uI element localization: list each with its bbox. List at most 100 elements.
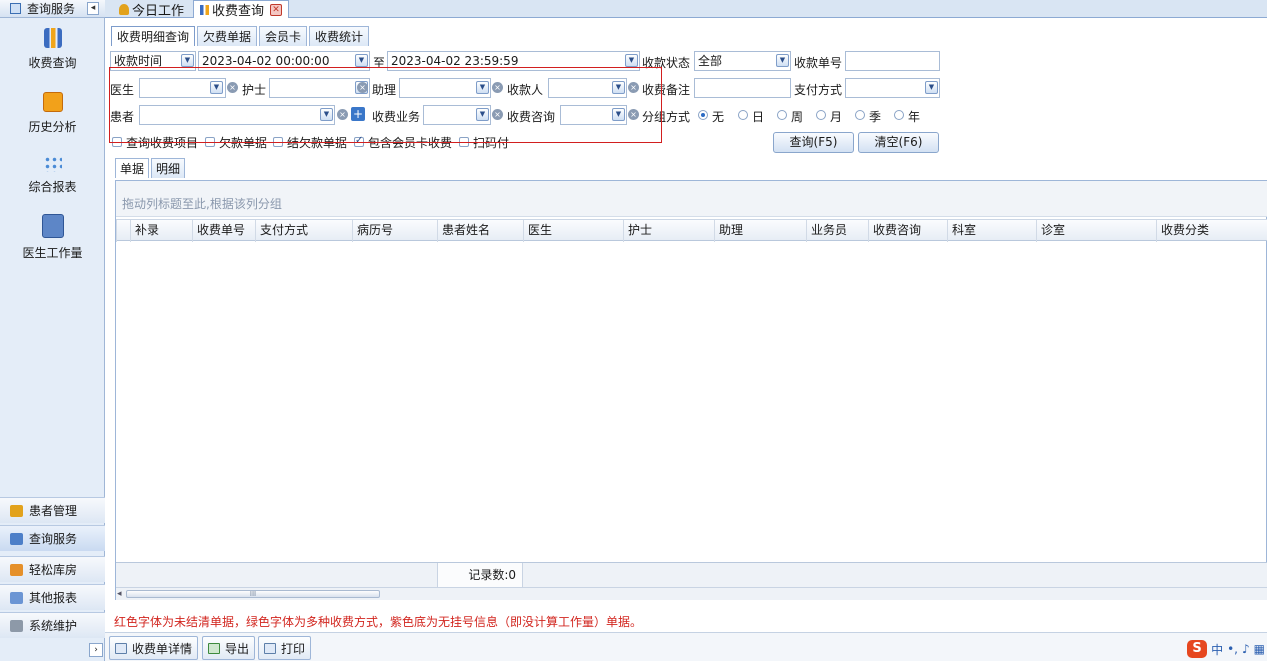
results-grid: 拖动列标题至此,根据该列分组 补录 收费单号 支付方式 病历号 患者姓名 医生 … — [115, 180, 1267, 600]
sidebar-cat-label: 患者管理 — [29, 504, 78, 518]
column-header[interactable]: 护士 — [623, 220, 714, 242]
query-service-icon — [10, 3, 21, 14]
tab-label: 今日工作 — [132, 3, 185, 19]
bottom-toolbar: 收费单详情 导出 打印 — [105, 632, 1267, 661]
sidebar-item-label: 收费查询 — [28, 56, 77, 70]
column-header[interactable]: 助理 — [714, 220, 806, 242]
print-button[interactable]: 打印 — [258, 636, 312, 660]
query-icon — [10, 532, 23, 545]
microphone-icon: ♪ — [1241, 642, 1250, 656]
column-header[interactable]: 诊室 — [1036, 220, 1156, 242]
chevron-down-icon[interactable]: ▼ — [776, 54, 789, 67]
receipt-no-input[interactable] — [845, 51, 940, 71]
sidebar-cat-label: 轻松库房 — [29, 563, 78, 577]
sidebar-cat-label: 其他报表 — [29, 591, 78, 605]
highlight-outline — [109, 67, 662, 143]
sidebar-header: 查询服务 ◂ — [0, 0, 105, 18]
tab-today-work[interactable]: 今日工作 — [113, 0, 190, 19]
horizontal-scrollbar[interactable]: ◂ III — [116, 587, 1267, 600]
grid-footer: 记录数:0 — [116, 562, 1267, 588]
sidebar-item-label: 医生工作量 — [22, 246, 83, 260]
sogou-logo: S — [1187, 640, 1208, 658]
ime-toolbar[interactable]: S 中 •, ♪ ▦ — [1187, 640, 1265, 658]
sidebar-item-doctor-workload[interactable]: 医生工作量 — [0, 214, 105, 261]
column-header[interactable]: 医生 — [523, 220, 623, 242]
tab-details[interactable]: 明细 — [151, 158, 186, 178]
legend-note: 红色字体为未结清单据，绿色字体为多种收费方式，紫色底为无挂号信息（即没计算工作量… — [114, 615, 643, 629]
detail-icon — [115, 642, 127, 654]
sidebar-collapse-button[interactable]: ◂ — [87, 2, 99, 15]
dots-icon — [43, 156, 62, 172]
chevron-down-icon[interactable]: ▼ — [181, 54, 194, 67]
tab-charge-query[interactable]: 收费查询 ✕ — [193, 0, 290, 19]
clear-button[interactable]: 清空(F6) — [858, 132, 939, 153]
ime-mode: 中 — [1211, 642, 1224, 657]
close-icon[interactable]: ✕ — [270, 3, 283, 16]
button-label: 导出 — [225, 641, 250, 656]
button-label: 收费单详情 — [132, 641, 193, 656]
export-icon — [208, 642, 220, 654]
group-radio-week[interactable] — [777, 110, 787, 120]
tab-arrears[interactable]: 欠费单据 — [197, 26, 258, 46]
gears-icon — [10, 619, 23, 632]
chevron-down-icon[interactable]: ▼ — [925, 81, 938, 94]
sidebar-item-label: 历史分析 — [28, 120, 77, 134]
sidebar-cat-patient[interactable]: 患者管理 — [0, 497, 105, 523]
radio-label: 日 — [752, 110, 765, 124]
radio-label: 年 — [908, 110, 921, 124]
sidebar-cat-system[interactable]: 系统维护 — [0, 612, 105, 638]
column-header-row: 补录 收费单号 支付方式 病历号 患者姓名 医生 护士 助理 业务员 收费咨询 … — [116, 219, 1267, 242]
receipt-no-label: 收款单号 — [794, 56, 843, 70]
group-radio-none[interactable] — [698, 110, 708, 120]
radio-label: 季 — [869, 110, 882, 124]
query-button[interactable]: 查询(F5) — [773, 132, 854, 153]
tab-charge-stats[interactable]: 收费统计 — [309, 26, 370, 46]
punctuation-icon: •, — [1227, 642, 1238, 656]
chevron-down-icon[interactable]: ▼ — [625, 54, 638, 67]
scrollbar-thumb[interactable]: III — [126, 590, 380, 598]
result-tabs: 单据 明细 — [115, 158, 187, 178]
receipt-detail-button[interactable]: 收费单详情 — [109, 636, 199, 660]
column-header[interactable]: 病历号 — [352, 220, 437, 242]
group-radio-day[interactable] — [738, 110, 748, 120]
left-sidebar: 查询服务 ◂ 收费查询 历史分析 综合报表 医生工作量 患者管理 查询服务 轻松… — [0, 0, 105, 661]
group-radio-quarter[interactable] — [855, 110, 865, 120]
sidebar-cat-query[interactable]: 查询服务 — [0, 525, 105, 551]
sidebar-cat-warehouse[interactable]: 轻松库房 — [0, 556, 105, 582]
sidebar-item-label: 综合报表 — [28, 180, 77, 194]
tab-documents[interactable]: 单据 — [115, 158, 150, 178]
box-icon — [10, 563, 23, 576]
keyboard-icon: ▦ — [1253, 642, 1265, 656]
radio-label: 周 — [791, 110, 804, 124]
group-by-hint[interactable]: 拖动列标题至此,根据该列分组 — [116, 181, 1267, 217]
column-header[interactable]: 业务员 — [806, 220, 868, 242]
column-header[interactable]: 收费分类 — [1156, 220, 1267, 242]
scroll-left-arrow[interactable]: ◂ — [117, 589, 122, 599]
column-header[interactable]: 收费咨询 — [868, 220, 947, 242]
column-header[interactable]: 科室 — [947, 220, 1036, 242]
column-header[interactable]: 收费单号 — [192, 220, 255, 242]
sidebar-header-title: 查询服务 — [27, 2, 76, 16]
sidebar-item-report[interactable]: 综合报表 — [0, 156, 105, 195]
sidebar-expand-button[interactable]: › — [89, 643, 103, 657]
sidebar-cat-label: 查询服务 — [29, 532, 78, 546]
column-header[interactable]: 支付方式 — [255, 220, 352, 242]
document-tabs: 今日工作 收费查询 ✕ — [105, 0, 1267, 19]
row-indicator-header — [116, 220, 130, 242]
sidebar-cat-other-report[interactable]: 其他报表 — [0, 584, 105, 610]
radio-label: 月 — [830, 110, 843, 124]
export-button[interactable]: 导出 — [202, 636, 256, 660]
sidebar-item-charge-query[interactable]: 收费查询 — [0, 28, 105, 71]
radio-label: 无 — [712, 110, 725, 124]
tab-member-card[interactable]: 会员卡 — [259, 26, 308, 46]
tab-charge-detail[interactable]: 收费明细查询 — [111, 26, 196, 46]
remark-input[interactable] — [694, 78, 791, 98]
tab-label: 收费查询 — [212, 4, 265, 19]
group-radio-year[interactable] — [894, 110, 904, 120]
group-radio-month[interactable] — [816, 110, 826, 120]
column-header[interactable]: 患者姓名 — [437, 220, 523, 242]
query-subtabs: 收费明细查询 欠费单据 会员卡 收费统计 — [111, 26, 371, 46]
sidebar-item-history-analysis[interactable]: 历史分析 — [0, 92, 105, 135]
column-header[interactable]: 补录 — [130, 220, 192, 242]
chevron-down-icon[interactable]: ▼ — [355, 54, 368, 67]
